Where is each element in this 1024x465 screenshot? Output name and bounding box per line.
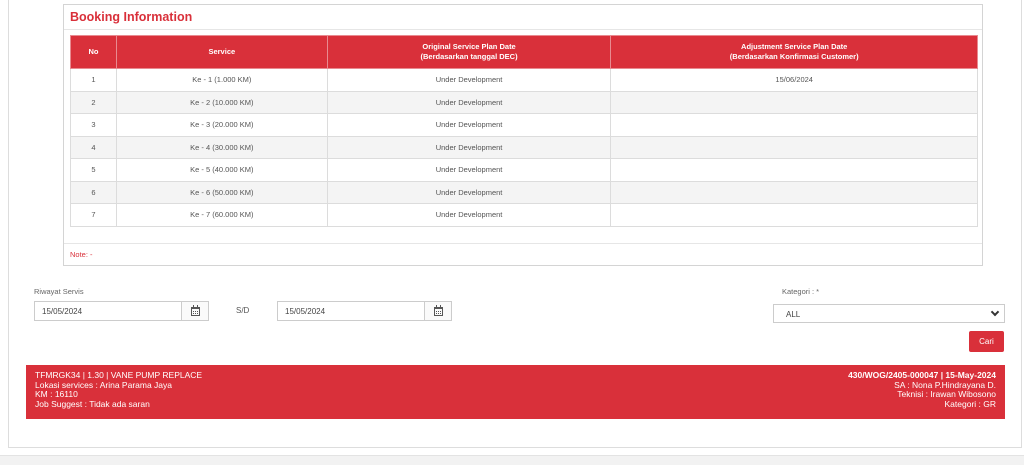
calendar-icon <box>190 304 200 316</box>
job-suggest-line: Job Suggest : Tidak ada saran <box>35 398 150 409</box>
header-original-line2: (Berdasarkan tanggal DEC) <box>420 52 518 61</box>
row-no: 6 <box>70 180 117 204</box>
row-adjustment-date: 15/06/2024 <box>610 68 978 92</box>
row-no: 2 <box>70 90 117 114</box>
row-adjustment-date <box>610 113 978 137</box>
table-row: 1 Ke - 1 (1.000 KM) Under Development 15… <box>70 68 978 92</box>
calendar-icon <box>433 304 443 316</box>
table-row: 3 Ke - 3 (20.000 KM) Under Development <box>70 113 978 137</box>
date-to-input[interactable]: 15/05/2024 <box>277 301 425 321</box>
row-original-date: Under Development <box>326 68 612 92</box>
booking-table: No Service Original Service Plan Date (B… <box>70 35 978 227</box>
booking-information-panel: Booking Information No Service Original … <box>63 4 983 266</box>
header-adjustment-line2: (Berdasarkan Konfirmasi Customer) <box>729 52 859 61</box>
row-service: Ke - 2 (10.000 KM) <box>115 90 328 114</box>
chevron-down-icon <box>990 307 1000 317</box>
row-no: 4 <box>70 135 117 159</box>
note-text: Note: - <box>70 250 93 259</box>
row-adjustment-date <box>610 158 978 182</box>
row-service: Ke - 7 (60.000 KM) <box>115 203 328 227</box>
kategori-line: Kategori : GR <box>944 398 997 409</box>
kategori-label: Kategori : * <box>782 287 820 296</box>
note-divider <box>64 243 982 244</box>
row-service: Ke - 3 (20.000 KM) <box>115 113 328 137</box>
kategori-selected-value: ALL <box>786 310 801 319</box>
header-adjustment-line1: Adjustment Service Plan Date <box>741 42 848 51</box>
booking-information-title: Booking Information <box>70 10 193 24</box>
row-original-date: Under Development <box>326 90 612 114</box>
table-row: 6 Ke - 6 (50.000 KM) Under Development <box>70 180 978 204</box>
header-service: Service <box>115 35 328 69</box>
header-no: No <box>70 35 117 69</box>
row-adjustment-date <box>610 203 978 227</box>
work-order-details: 430/WOG/2405-000047 | 15-May-2024 SA : N… <box>848 370 997 409</box>
header-adjustment-plan-date: Adjustment Service Plan Date (Berdasarka… <box>610 35 978 69</box>
row-service: Ke - 6 (50.000 KM) <box>115 180 328 204</box>
kategori-select[interactable]: ALL <box>773 304 1005 323</box>
row-original-date: Under Development <box>326 158 612 182</box>
row-service: Ke - 4 (30.000 KM) <box>115 135 328 159</box>
table-row: 7 Ke - 7 (60.000 KM) Under Development <box>70 203 978 227</box>
header-original-line1: Original Service Plan Date <box>422 42 516 51</box>
row-adjustment-date <box>610 180 978 204</box>
date-to-calendar-button[interactable] <box>424 301 452 321</box>
row-adjustment-date <box>610 90 978 114</box>
sd-label: S/D <box>236 306 250 315</box>
booking-table-header: No Service Original Service Plan Date (B… <box>70 35 978 69</box>
date-from-input[interactable]: 15/05/2024 <box>34 301 182 321</box>
row-no: 7 <box>70 203 117 227</box>
row-original-date: Under Development <box>326 180 612 204</box>
row-no: 5 <box>70 158 117 182</box>
table-row: 5 Ke - 5 (40.000 KM) Under Development <box>70 158 978 182</box>
row-service: Ke - 1 (1.000 KM) <box>115 68 328 92</box>
cari-button[interactable]: Cari <box>969 331 1004 352</box>
row-service: Ke - 5 (40.000 KM) <box>115 158 328 182</box>
header-original-plan-date: Original Service Plan Date (Berdasarkan … <box>326 35 612 69</box>
table-row: 4 Ke - 4 (30.000 KM) Under Development <box>70 135 978 159</box>
work-order-info-bar: TFMRGK34 | 1.30 | VANE PUMP REPLACE Loka… <box>26 365 1005 419</box>
row-original-date: Under Development <box>326 113 612 137</box>
job-info: TFMRGK34 | 1.30 | VANE PUMP REPLACE Loka… <box>35 370 202 409</box>
bottom-strip <box>0 455 1024 465</box>
row-adjustment-date <box>610 135 978 159</box>
title-divider <box>64 29 982 30</box>
row-original-date: Under Development <box>326 135 612 159</box>
date-from-calendar-button[interactable] <box>181 301 209 321</box>
row-original-date: Under Development <box>326 203 612 227</box>
row-no: 1 <box>70 68 117 92</box>
table-row: 2 Ke - 2 (10.000 KM) Under Development <box>70 90 978 114</box>
row-no: 3 <box>70 113 117 137</box>
riwayat-servis-label: Riwayat Servis <box>34 287 84 296</box>
